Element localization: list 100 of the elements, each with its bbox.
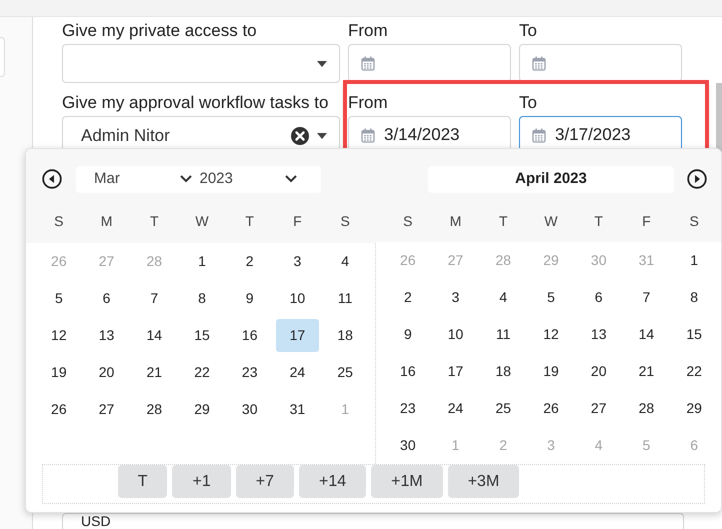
day-cell[interactable]: 16 [228,319,272,352]
day-cell[interactable]: 12 [37,319,80,352]
day-cell[interactable]: 25 [482,392,525,425]
day-cell[interactable]: 9 [228,282,272,315]
day-cell[interactable]: 22 [180,356,224,389]
quick-date-button[interactable]: +3M [448,465,520,498]
month-title: April 2023 [428,166,674,192]
quick-date-button[interactable]: +7 [236,465,294,498]
calendar-icon [532,56,546,70]
day-cell[interactable]: 5 [37,282,80,315]
day-cell[interactable]: 24 [276,356,319,389]
day-cell[interactable]: 19 [37,356,80,389]
day-cell[interactable]: 9 [386,318,430,351]
day-cell[interactable]: 30 [228,393,272,426]
day-cell[interactable]: 10 [434,318,478,351]
chevron-down-icon[interactable] [285,175,297,183]
clear-icon[interactable] [291,126,309,144]
field-label: From [348,21,389,41]
day-cell[interactable]: 30 [386,429,430,462]
day-cell[interactable]: 7 [624,281,668,314]
previous-month-icon[interactable] [42,169,62,189]
day-cell[interactable]: 6 [577,281,620,314]
day-cell[interactable]: 12 [529,318,572,351]
day-cell[interactable]: 15 [672,318,716,351]
day-cell[interactable]: 27 [577,392,620,425]
caret-icon[interactable] [317,132,327,138]
field-label: Give my approval workflow tasks to [62,93,330,113]
day-cell[interactable]: 1 [180,245,224,278]
day-cell[interactable]: 7 [132,282,176,315]
weekday-label: W [194,212,210,230]
day-cell[interactable]: 4 [324,245,367,278]
day-cell[interactable]: 29 [180,393,224,426]
day-cell[interactable]: 20 [85,356,128,389]
month-dropdown[interactable]: Mar [94,168,180,190]
day-cell[interactable]: 11 [324,282,367,315]
day-cell[interactable]: 15 [180,319,224,352]
calendar-icon [361,56,375,70]
day-cell[interactable]: 26 [529,392,572,425]
day-cell[interactable]: 31 [276,393,319,426]
calendar-icon [532,128,546,142]
next-month-icon[interactable] [687,169,707,189]
field-label: To [519,21,538,41]
day-cell[interactable]: 13 [85,319,128,352]
day-cell[interactable]: 20 [577,355,620,388]
date-field[interactable] [519,44,682,82]
day-cell[interactable]: 19 [529,355,572,388]
day-cell[interactable]: 3 [276,245,319,278]
field-label: From [348,93,389,113]
quick-date-button[interactable]: +14 [298,465,366,498]
day-cell[interactable]: 8 [672,281,716,314]
day-cell[interactable]: 13 [577,318,620,351]
day-cell[interactable]: 3 [434,281,478,314]
day-cell[interactable]: 17 [434,355,478,388]
field-label: Give my private access to [62,21,258,41]
weekday-label: T [498,212,509,230]
day-cell[interactable]: 25 [324,356,367,389]
weekday-label: S [688,212,700,230]
weekday-label: T [149,212,160,230]
weekday-label: W [543,212,559,230]
day-cell[interactable]: 6 [85,282,128,315]
weekday-label: T [244,212,255,230]
weekday-label: M [448,212,462,230]
day-cell[interactable]: 18 [482,355,525,388]
day-cell[interactable]: 8 [180,282,224,315]
day-cell[interactable]: 14 [132,319,176,352]
chevron-down-icon[interactable] [180,175,192,183]
day-cell[interactable]: 29 [672,392,716,425]
day-cell[interactable]: 23 [386,392,430,425]
day-cell[interactable]: 26 [37,393,80,426]
day-cell[interactable]: 11 [482,318,525,351]
weekday-label: F [292,212,303,230]
year-dropdown[interactable]: 2023 [192,168,285,190]
day-cell[interactable]: 28 [132,393,176,426]
day-cell[interactable]: 14 [624,318,668,351]
day-cell[interactable]: 22 [672,355,716,388]
day-cell[interactable]: 5 [529,281,572,314]
quick-date-button[interactable]: +1 [172,465,231,498]
day-cell[interactable]: 2 [386,281,430,314]
day-cell[interactable]: 21 [132,356,176,389]
day-cell[interactable]: 24 [434,392,478,425]
day-cell[interactable]: 27 [85,393,128,426]
day-cell[interactable]: 17 [276,319,319,352]
field-label: To [519,93,538,113]
calendar-icon [361,128,375,142]
day-cell[interactable]: 28 [624,392,668,425]
day-cell[interactable]: 21 [624,355,668,388]
select-field[interactable] [62,44,340,83]
day-cell[interactable]: 10 [276,282,319,315]
quick-date-button[interactable]: T [118,465,168,498]
quick-date-button[interactable]: +1M [371,465,443,498]
day-cell[interactable]: 4 [482,281,525,314]
weekday-label: M [100,212,114,230]
day-cell[interactable]: 23 [228,356,272,389]
day-cell[interactable]: 18 [324,319,367,352]
day-cell[interactable]: 1 [672,244,716,277]
date-field[interactable] [348,44,511,82]
day-cell[interactable]: 2 [228,245,272,278]
weekday-label: F [641,212,652,230]
day-cell[interactable]: 16 [386,355,430,388]
caret-icon[interactable] [317,60,327,66]
